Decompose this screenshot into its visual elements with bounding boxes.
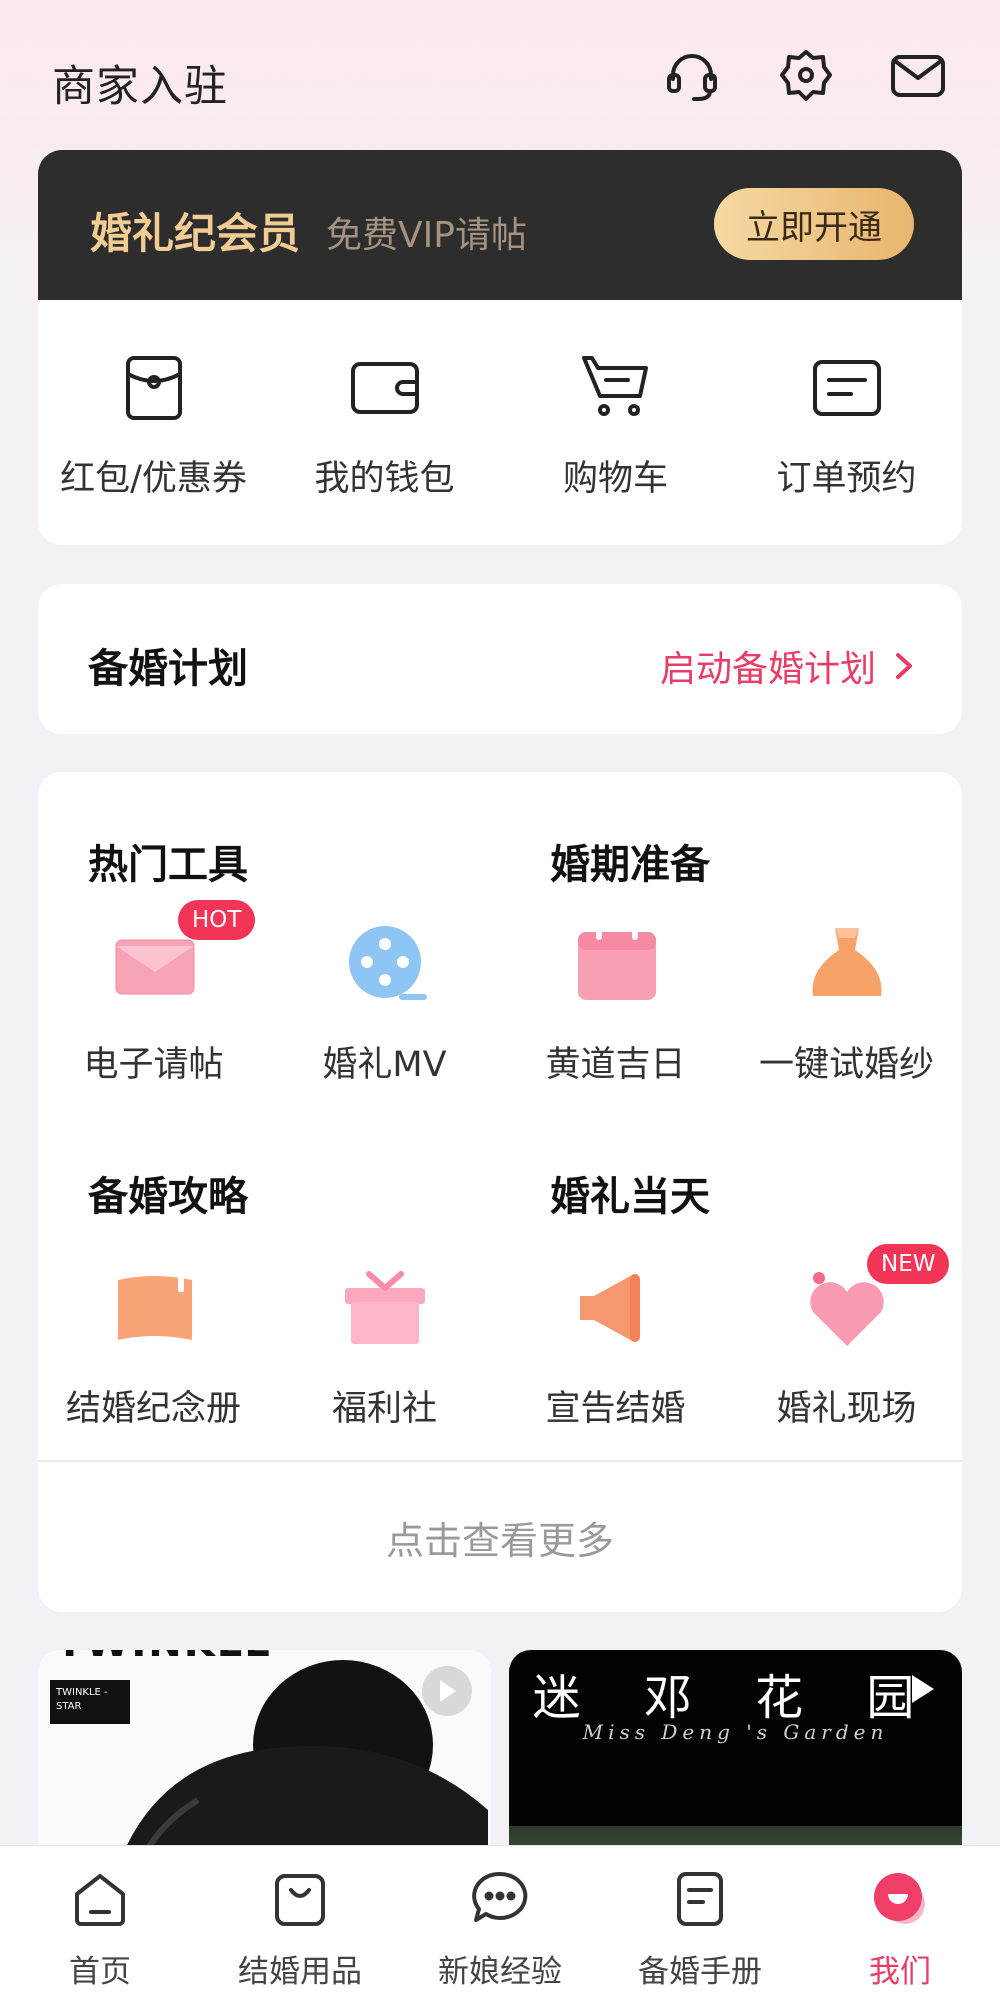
vip-banner[interactable]: 婚礼纪会员 免费VIP请帖 立即开通 <box>38 150 962 300</box>
tool-e-invitation[interactable]: HOT 电子请帖 <box>38 900 269 1118</box>
tool-welfare[interactable]: 福利社 <box>269 1262 500 1462</box>
album-icon <box>108 1262 200 1354</box>
new-badge: NEW <box>867 1244 950 1284</box>
megaphone-icon <box>570 1262 662 1354</box>
gift-box-icon <box>339 1262 431 1354</box>
home-icon <box>69 1868 131 1930</box>
start-plan-label: 启动备婚计划 <box>659 649 876 690</box>
quick-item-label: 订单预约 <box>776 459 917 499</box>
nav-label: 首页 <box>69 1954 131 1990</box>
tool-wedding-mv[interactable]: 婚礼MV <box>269 918 500 1118</box>
nav-home[interactable]: 首页 <box>0 1846 200 2000</box>
video-title: 迷 邓 花 园 <box>532 1670 939 1726</box>
wedding-plan-title: 备婚计划 <box>88 646 248 692</box>
nav-wedding-goods[interactable]: 结婚用品 <box>200 1846 400 2000</box>
tool-wedding-scene[interactable]: NEW 婚礼现场 <box>731 1244 962 1462</box>
headset-icon[interactable] <box>662 46 722 106</box>
section-title-wedding-day: 婚礼当天 <box>550 1174 710 1220</box>
tools-card: 热门工具 婚期准备 备婚攻略 婚礼当天 HOT 电子请帖 婚礼MV 黄道吉日 一… <box>38 772 962 1612</box>
quick-item-cart[interactable]: 购物车 <box>500 300 731 545</box>
settings-icon[interactable] <box>776 46 836 106</box>
tool-try-dress[interactable]: 一键试婚纱 <box>731 918 962 1118</box>
quick-item-label: 购物车 <box>562 459 668 499</box>
handbook-icon <box>669 1868 731 1930</box>
section-title-hot-tools: 热门工具 <box>88 842 248 888</box>
video-subtitle: Miss Deng 's Garden <box>582 1720 889 1744</box>
quick-item-wallet[interactable]: 我的钱包 <box>269 300 500 545</box>
section-title-guides: 备婚攻略 <box>88 1174 248 1220</box>
wedding-plan-card[interactable]: 备婚计划 启动备婚计划 <box>38 584 962 734</box>
page-title[interactable]: 商家入驻 <box>52 52 228 114</box>
quick-item-label: 我的钱包 <box>314 459 455 499</box>
us-icon <box>869 1868 931 1930</box>
divider <box>38 1460 962 1462</box>
mail-icon[interactable] <box>888 46 948 106</box>
vip-title: 婚礼纪会员 <box>90 209 301 258</box>
order-icon <box>811 352 883 424</box>
wallet-icon <box>349 352 421 424</box>
quick-item-orders[interactable]: 订单预约 <box>731 300 962 545</box>
tool-wedding-album[interactable]: 结婚纪念册 <box>38 1262 269 1462</box>
calendar-icon <box>570 918 662 1010</box>
nav-handbook[interactable]: 备婚手册 <box>600 1846 800 2000</box>
cart-icon <box>580 352 652 424</box>
nav-label: 备婚手册 <box>638 1954 762 1990</box>
activate-vip-button[interactable]: 立即开通 <box>714 188 914 260</box>
hot-badge: HOT <box>178 900 256 940</box>
section-title-date-prep: 婚期准备 <box>550 842 710 888</box>
chevron-right-icon <box>896 653 912 679</box>
tool-label: 婚礼现场 <box>776 1389 917 1429</box>
play-icon[interactable] <box>422 1666 472 1716</box>
wedding-dress-icon <box>801 918 893 1010</box>
view-more-button[interactable]: 点击查看更多 <box>38 1510 962 1565</box>
play-icon[interactable] <box>897 1664 947 1714</box>
tool-label: 一键试婚纱 <box>758 1045 934 1085</box>
coupon-icon <box>118 352 190 424</box>
nav-bride-experience[interactable]: 新娘经验 <box>400 1846 600 2000</box>
tool-announce[interactable]: 宣告结婚 <box>500 1262 731 1462</box>
quick-item-coupon[interactable]: 红包/优惠券 <box>38 300 269 545</box>
nav-label: 结婚用品 <box>238 1954 362 1990</box>
film-reel-icon <box>339 918 431 1010</box>
vip-subtitle: 免费VIP请帖 <box>326 215 527 256</box>
bottom-nav: 首页 结婚用品 新娘经验 备婚手册 我们 <box>0 1845 1000 2000</box>
quick-actions: 红包/优惠券 我的钱包 购物车 订单预约 <box>38 300 962 545</box>
start-plan-link[interactable]: 启动备婚计划 <box>660 640 914 692</box>
nav-us[interactable]: 我们 <box>800 1846 1000 2000</box>
chat-bubble-icon <box>469 1868 531 1930</box>
nav-label: 我们 <box>869 1954 931 1990</box>
quick-item-label: 红包/优惠券 <box>60 459 247 499</box>
bag-icon <box>269 1868 331 1930</box>
tool-auspicious-day[interactable]: 黄道吉日 <box>500 918 731 1118</box>
nav-label: 新娘经验 <box>438 1954 562 1990</box>
